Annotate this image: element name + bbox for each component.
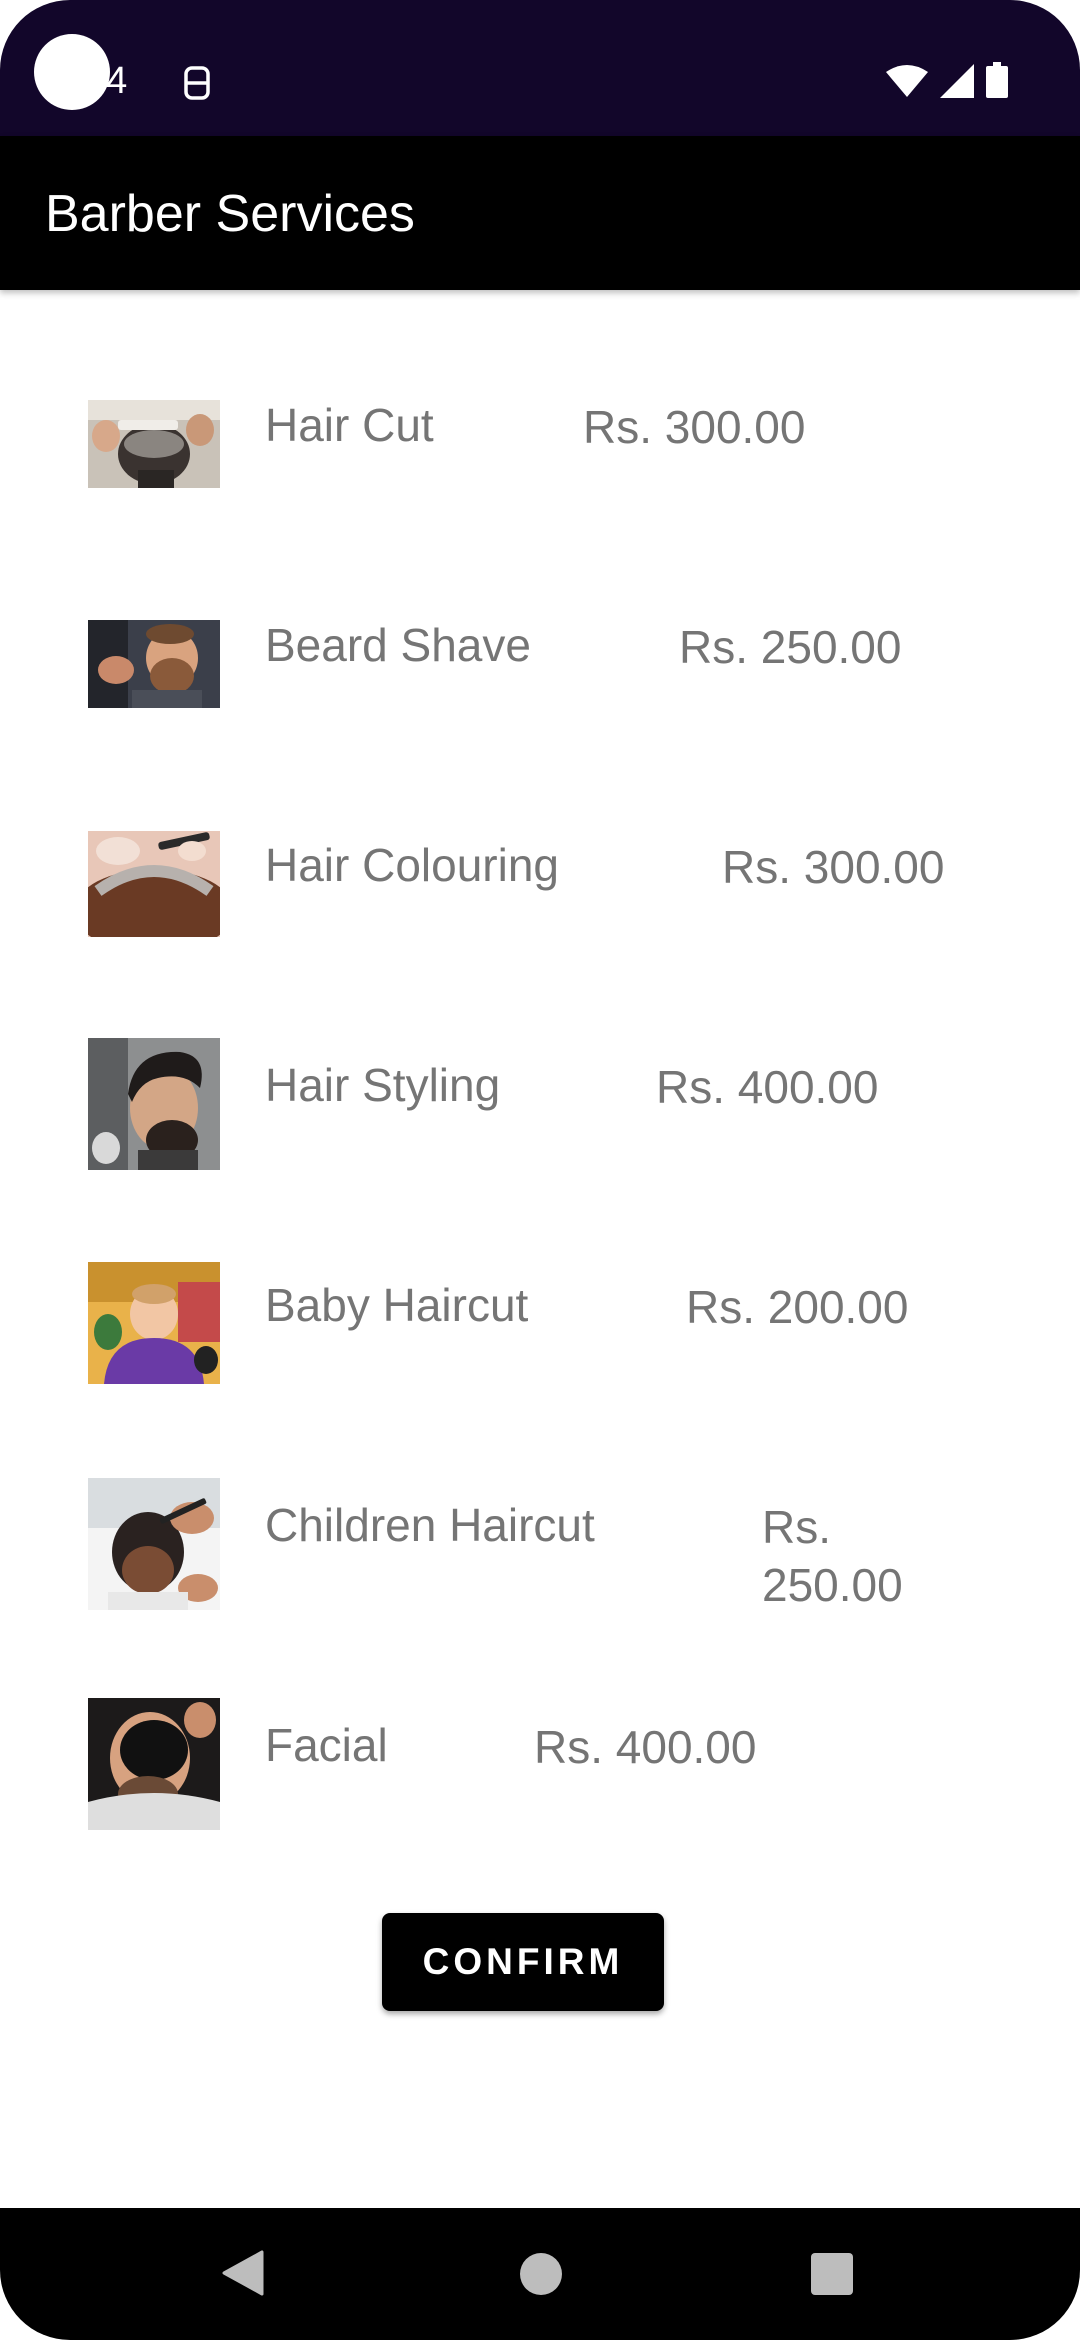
service-price-currency: Rs. xyxy=(762,1501,831,1553)
service-row-beard-shave[interactable]: Beard Shave Rs. 250.00 xyxy=(0,618,1080,778)
status-icons xyxy=(886,62,1008,103)
service-row-hair-cut[interactable]: Hair Cut Rs. 300.00 xyxy=(0,398,1080,558)
hair-cut-photo xyxy=(88,400,220,488)
hair-styling-photo xyxy=(88,1038,220,1170)
wifi-icon xyxy=(886,64,928,103)
baby-haircut-photo xyxy=(88,1262,220,1384)
service-name: Children Haircut xyxy=(265,1499,595,1551)
service-name: Facial xyxy=(265,1719,388,1771)
recents-icon[interactable] xyxy=(811,2253,853,2295)
service-price: Rs. 300.00 xyxy=(583,401,806,453)
service-name: Baby Haircut xyxy=(265,1279,529,1331)
service-name: Hair Cut xyxy=(265,399,434,451)
service-row-children-haircut[interactable]: Children Haircut Rs. 250.00 xyxy=(0,1478,1080,1658)
hair-colouring-photo xyxy=(88,831,220,937)
service-row-facial[interactable]: Facial Rs. 400.00 xyxy=(0,1698,1080,1878)
page-title: Barber Services xyxy=(45,185,415,243)
service-price: Rs. 300.00 xyxy=(722,841,945,893)
service-price: Rs. 400.00 xyxy=(534,1721,757,1773)
service-name: Beard Shave xyxy=(265,619,531,671)
confirm-button[interactable]: CONFIRM xyxy=(382,1913,664,2011)
service-price-amount: 250.00 xyxy=(762,1559,903,1611)
service-name: Hair Colouring xyxy=(265,839,560,891)
sim-card-icon xyxy=(182,64,212,107)
service-price: Rs. 250.00 xyxy=(762,1498,903,1614)
signal-icon xyxy=(940,64,974,103)
service-row-hair-styling[interactable]: Hair Styling Rs. 400.00 xyxy=(0,1038,1080,1218)
service-row-baby-haircut[interactable]: Baby Haircut Rs. 200.00 xyxy=(0,1262,1080,1438)
status-bar: 14 xyxy=(0,0,1080,136)
back-icon[interactable] xyxy=(222,2250,264,2301)
service-name: Hair Styling xyxy=(265,1059,501,1111)
navigation-bar xyxy=(0,2208,1080,2340)
service-price: Rs. 400.00 xyxy=(656,1061,879,1113)
service-price: Rs. 250.00 xyxy=(679,621,902,673)
app-bar: Barber Services xyxy=(0,136,1080,290)
service-price: Rs. 200.00 xyxy=(686,1281,909,1333)
beard-shave-photo xyxy=(88,620,220,708)
service-row-hair-colouring[interactable]: Hair Colouring Rs. 300.00 xyxy=(0,831,1080,998)
battery-icon xyxy=(986,62,1008,103)
home-icon[interactable] xyxy=(520,2253,562,2295)
facial-photo xyxy=(88,1698,220,1830)
children-haircut-photo xyxy=(88,1478,220,1610)
camera-cutout xyxy=(34,34,110,110)
